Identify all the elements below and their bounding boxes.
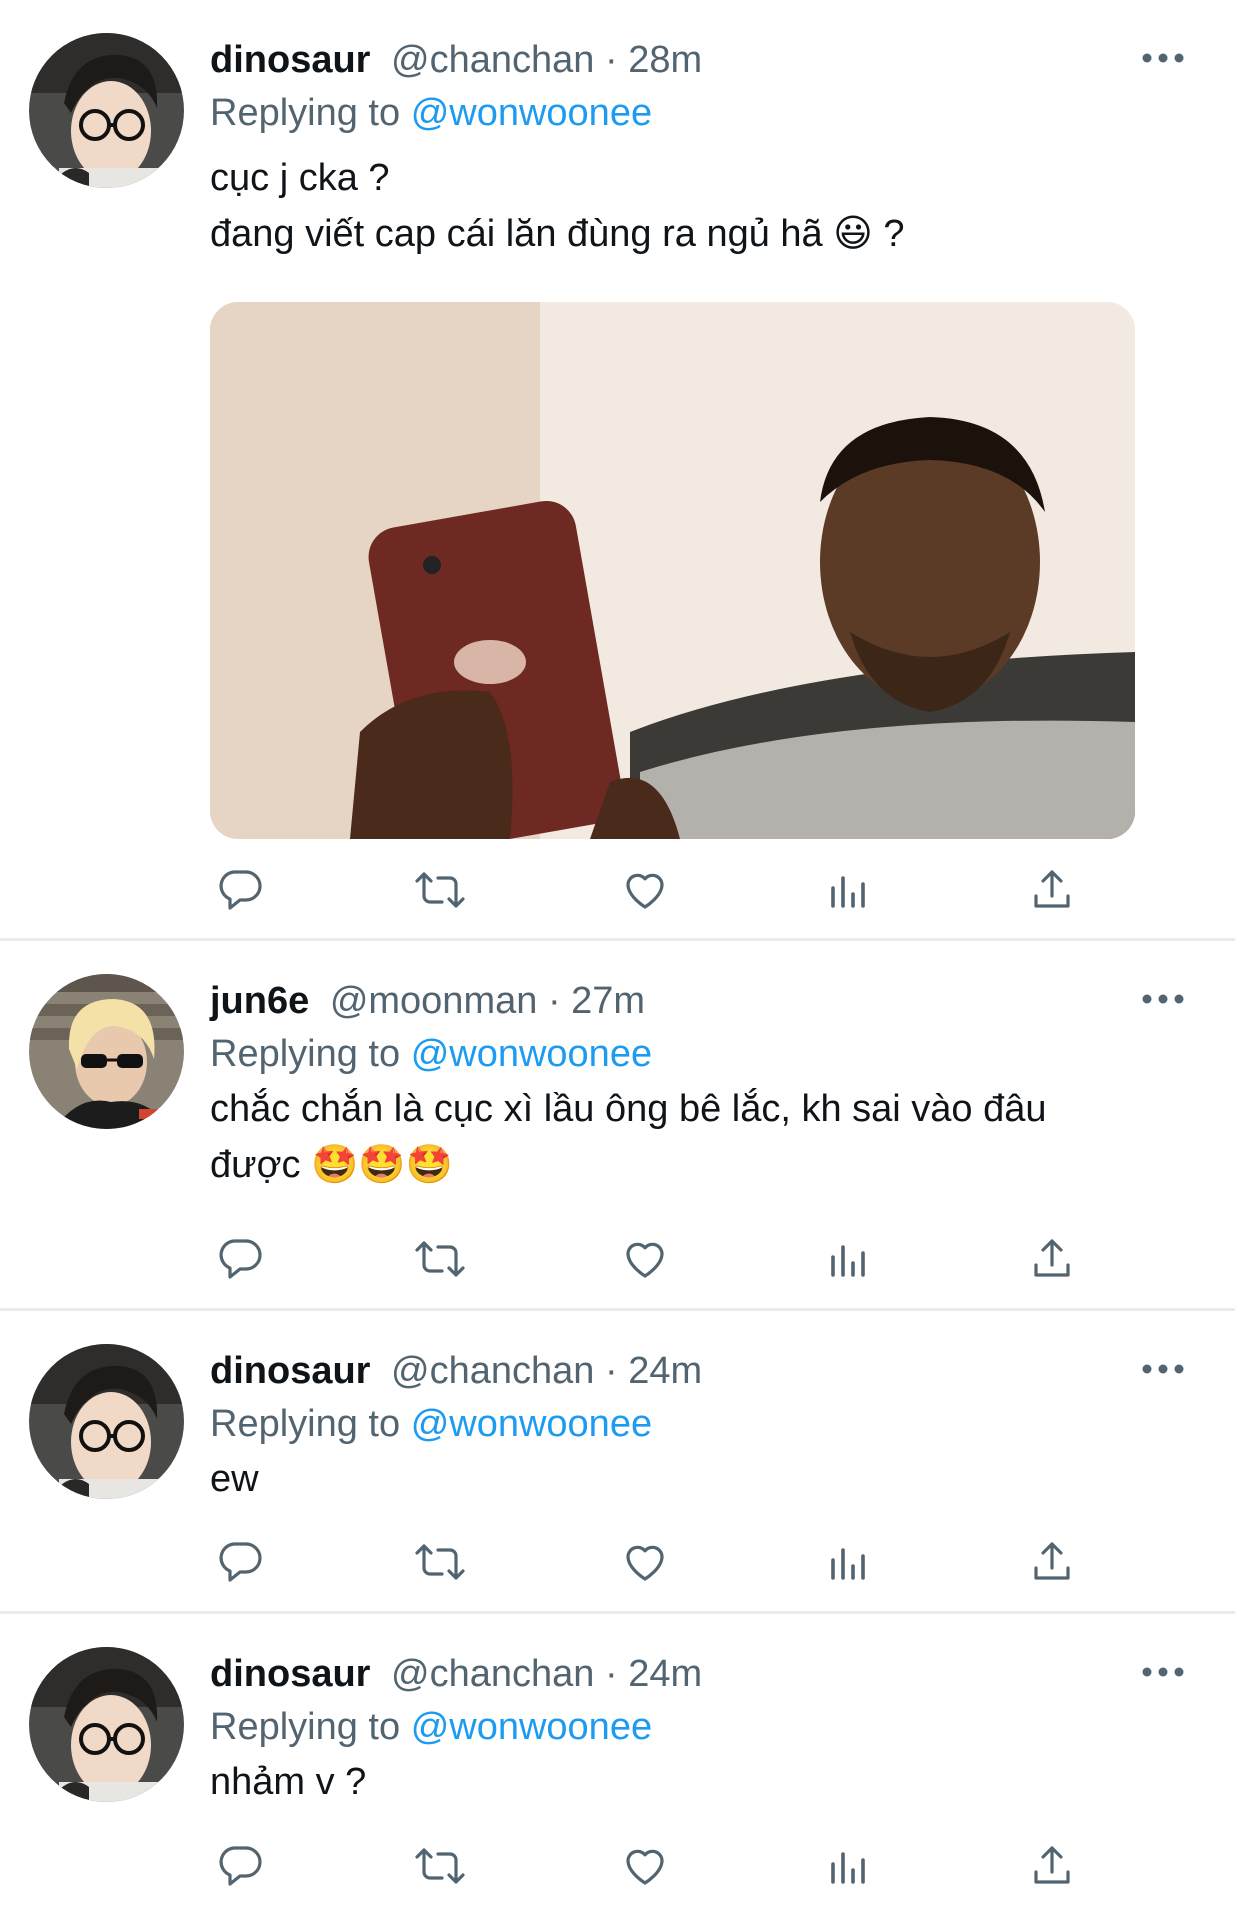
tweet-text-line: chắc chắn là cục xì lầu ông bê lắc, kh s… xyxy=(210,1088,1047,1130)
reply-icon xyxy=(219,870,262,910)
replying-label: Replying to xyxy=(210,1706,401,1748)
mention-link[interactable]: @wonwoonee xyxy=(411,92,652,134)
heart-icon xyxy=(626,1242,664,1278)
replying-label: Replying to xyxy=(210,92,401,134)
like-button[interactable] xyxy=(615,1229,675,1289)
tweet-media-image[interactable] xyxy=(210,302,1135,839)
display-name[interactable]: dinosaur xyxy=(210,1350,370,1392)
reply-button[interactable] xyxy=(210,1836,270,1896)
timestamp[interactable]: 24m xyxy=(628,1350,702,1392)
handle[interactable]: @chanchan xyxy=(391,1653,594,1695)
mention-link[interactable]: @wonwoonee xyxy=(411,1403,652,1445)
share-button[interactable] xyxy=(1022,1229,1082,1289)
handle[interactable]: @moonman xyxy=(330,980,538,1022)
tweet-text-line: đang viết cap cái lăn đùng ra ngủ hã 😃 ? xyxy=(210,213,905,255)
mention-link[interactable]: @wonwoonee xyxy=(411,1033,652,1075)
heart-icon xyxy=(626,873,664,909)
retweet-button[interactable] xyxy=(410,1229,470,1289)
share-button[interactable] xyxy=(1022,860,1082,920)
tweet-text-line: nhảm v ? xyxy=(210,1761,367,1803)
reply-icon xyxy=(219,1542,262,1582)
display-name[interactable]: dinosaur xyxy=(210,1653,370,1695)
separator-dot: · xyxy=(547,980,572,1022)
like-button[interactable] xyxy=(615,860,675,920)
timestamp[interactable]: 24m xyxy=(628,1653,702,1695)
more-icon[interactable] xyxy=(1135,1654,1191,1690)
share-button[interactable] xyxy=(1022,1532,1082,1592)
tweet-actions xyxy=(210,1836,1110,1896)
retweet-button[interactable] xyxy=(410,860,470,920)
views-icon xyxy=(831,1245,865,1277)
avatar[interactable] xyxy=(29,1344,184,1499)
retweet-icon xyxy=(415,1241,465,1277)
tweet-header: dinosaur @chanchan · 24m xyxy=(210,1343,702,1399)
reply-button[interactable] xyxy=(210,1229,270,1289)
display-name[interactable]: jun6e xyxy=(210,980,309,1022)
share-button[interactable] xyxy=(1022,1836,1082,1896)
retweet-icon xyxy=(415,872,465,908)
views-icon xyxy=(831,1548,865,1580)
views-button[interactable] xyxy=(817,1229,877,1289)
more-icon[interactable] xyxy=(1135,981,1191,1017)
replying-to: Replying to @wonwoonee xyxy=(210,1396,652,1452)
tweet-text: nhảm v ? xyxy=(210,1754,1140,1810)
tweet-text: chắc chắn là cục xì lầu ông bê lắc, kh s… xyxy=(210,1081,1140,1193)
tweet-text: cục j cka ? đang viết cap cái lăn đùng r… xyxy=(210,150,1140,262)
more-icon[interactable] xyxy=(1135,1351,1191,1387)
avatar[interactable] xyxy=(29,974,184,1129)
tweet-header: dinosaur @chanchan · 28m xyxy=(210,32,702,88)
replying-label: Replying to xyxy=(210,1033,401,1075)
views-button[interactable] xyxy=(817,1836,877,1896)
reply-icon xyxy=(219,1846,262,1886)
tweet-text-line: cục j cka ? xyxy=(210,157,390,199)
views-button[interactable] xyxy=(817,1532,877,1592)
heart-icon xyxy=(626,1545,664,1581)
tweet-actions xyxy=(210,1532,1110,1592)
tweet-header: dinosaur @chanchan · 24m xyxy=(210,1646,702,1702)
retweet-button[interactable] xyxy=(410,1532,470,1592)
share-icon xyxy=(1034,1239,1070,1277)
tweet[interactable]: dinosaur @chanchan · 24m Replying to @wo… xyxy=(0,1614,1235,1920)
retweet-button[interactable] xyxy=(410,1836,470,1896)
tweet-actions xyxy=(210,860,1110,920)
views-icon xyxy=(831,1852,865,1884)
tweet[interactable]: jun6e @moonman · 27m Replying to @wonwoo… xyxy=(0,941,1235,1311)
replying-to: Replying to @wonwoonee xyxy=(210,85,652,141)
avatar[interactable] xyxy=(29,33,184,188)
timestamp[interactable]: 27m xyxy=(571,980,645,1022)
tweet-header: jun6e @moonman · 27m xyxy=(210,973,645,1029)
more-icon[interactable] xyxy=(1135,40,1191,76)
heart-icon xyxy=(626,1849,664,1885)
tweet-actions xyxy=(210,1229,1110,1289)
share-icon xyxy=(1034,1846,1070,1884)
tweet[interactable]: dinosaur @chanchan · 28m Replying to @wo… xyxy=(0,0,1235,941)
tweet-text: ew xyxy=(210,1451,1140,1507)
avatar[interactable] xyxy=(29,1647,184,1802)
tweet-text-line: được 🤩🤩🤩 xyxy=(210,1144,453,1186)
replying-label: Replying to xyxy=(210,1403,401,1445)
reply-button[interactable] xyxy=(210,860,270,920)
replying-to: Replying to @wonwoonee xyxy=(210,1699,652,1755)
handle[interactable]: @chanchan xyxy=(391,39,594,81)
replying-to: Replying to @wonwoonee xyxy=(210,1026,652,1082)
reply-icon xyxy=(219,1239,262,1279)
mention-link[interactable]: @wonwoonee xyxy=(411,1706,652,1748)
separator-dot: · xyxy=(604,1350,629,1392)
separator-dot: · xyxy=(604,39,629,81)
separator-dot: · xyxy=(604,1653,629,1695)
display-name[interactable]: dinosaur xyxy=(210,39,370,81)
retweet-icon xyxy=(415,1544,465,1580)
timestamp[interactable]: 28m xyxy=(628,39,702,81)
like-button[interactable] xyxy=(615,1836,675,1896)
like-button[interactable] xyxy=(615,1532,675,1592)
tweet-text-line: ew xyxy=(210,1458,259,1500)
share-icon xyxy=(1034,1542,1070,1580)
views-button[interactable] xyxy=(817,860,877,920)
views-icon xyxy=(831,876,865,908)
reply-button[interactable] xyxy=(210,1532,270,1592)
handle[interactable]: @chanchan xyxy=(391,1350,594,1392)
share-icon xyxy=(1034,870,1070,908)
tweet[interactable]: dinosaur @chanchan · 24m Replying to @wo… xyxy=(0,1311,1235,1614)
retweet-icon xyxy=(415,1848,465,1884)
